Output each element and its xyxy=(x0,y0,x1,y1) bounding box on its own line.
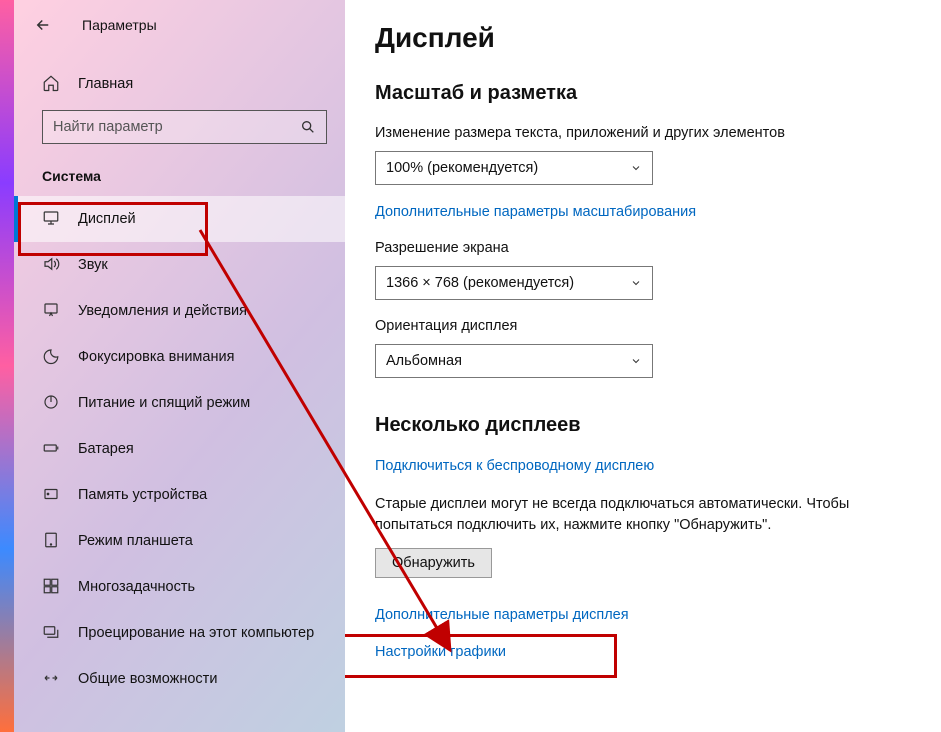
titlebar: Параметры xyxy=(14,0,345,46)
sidebar-item-notify[interactable]: Уведомления и действия xyxy=(14,288,345,334)
storage-icon xyxy=(42,485,62,505)
orientation-value: Альбомная xyxy=(386,353,462,369)
page-title: Дисплей xyxy=(375,22,911,54)
home-label: Главная xyxy=(78,76,133,92)
app-title: Параметры xyxy=(82,17,157,33)
graphics-settings-link[interactable]: Настройки графики xyxy=(375,644,506,660)
sidebar-item-label: Общие возможности xyxy=(78,671,217,687)
resolution-select[interactable]: 1366 × 768 (рекомендуется) xyxy=(375,266,653,300)
sidebar-item-label: Память устройства xyxy=(78,487,207,503)
section-scale-title: Масштаб и разметка xyxy=(375,82,911,105)
search-input[interactable] xyxy=(42,110,327,144)
sidebar-item-multi[interactable]: Многозадачность xyxy=(14,564,345,610)
wireless-display-link[interactable]: Подключиться к беспроводному дисплею xyxy=(375,458,654,474)
sidebar-item-focus[interactable]: Фокусировка внимания xyxy=(14,334,345,380)
tablet-icon xyxy=(42,531,62,551)
chevron-down-icon xyxy=(630,162,642,174)
scale-select[interactable]: 100% (рекомендуется) xyxy=(375,151,653,185)
sidebar-item-label: Многозадачность xyxy=(78,579,195,595)
sound-icon xyxy=(42,255,62,275)
sidebar-item-tablet[interactable]: Режим планшета xyxy=(14,518,345,564)
decorative-strip xyxy=(0,0,14,732)
group-header: Система xyxy=(14,168,345,196)
sidebar-item-label: Уведомления и действия xyxy=(78,303,247,319)
sidebar-item-display[interactable]: Дисплей xyxy=(14,196,345,242)
multi-icon xyxy=(42,577,62,597)
shared-icon xyxy=(42,669,62,689)
sidebar-item-label: Проецирование на этот компьютер xyxy=(78,625,314,641)
sidebar: Параметры Главная Система Дисплей Звук Уве… xyxy=(14,0,345,732)
sidebar-item-shared[interactable]: Общие возможности xyxy=(14,656,345,702)
power-icon xyxy=(42,393,62,413)
resolution-value: 1366 × 768 (рекомендуется) xyxy=(386,275,574,291)
orientation-label: Ориентация дисплея xyxy=(375,318,911,334)
search-field[interactable] xyxy=(53,119,283,135)
advanced-scaling-link[interactable]: Дополнительные параметры масштабирования xyxy=(375,204,696,220)
sidebar-item-label: Питание и спящий режим xyxy=(78,395,250,411)
sidebar-item-sound[interactable]: Звук xyxy=(14,242,345,288)
chevron-down-icon xyxy=(630,355,642,367)
sidebar-item-power[interactable]: Питание и спящий режим xyxy=(14,380,345,426)
detect-description: Старые дисплеи могут не всегда подключат… xyxy=(375,494,855,536)
home-icon xyxy=(42,74,62,94)
chevron-down-icon xyxy=(630,277,642,289)
sidebar-item-project[interactable]: Проецирование на этот компьютер xyxy=(14,610,345,656)
sidebar-item-storage[interactable]: Память устройства xyxy=(14,472,345,518)
sidebar-item-label: Звук xyxy=(78,257,108,273)
main-content: Дисплей Масштаб и разметка Изменение раз… xyxy=(345,0,941,732)
scale-label: Изменение размера текста, приложений и д… xyxy=(375,125,911,141)
notify-icon xyxy=(42,301,62,321)
sidebar-item-battery[interactable]: Батарея xyxy=(14,426,345,472)
search-icon xyxy=(300,119,316,135)
sidebar-item-label: Режим планшета xyxy=(78,533,193,549)
scale-value: 100% (рекомендуется) xyxy=(386,160,538,176)
sidebar-item-label: Фокусировка внимания xyxy=(78,349,234,365)
advanced-display-link[interactable]: Дополнительные параметры дисплея xyxy=(375,607,629,623)
resolution-label: Разрешение экрана xyxy=(375,240,911,256)
project-icon xyxy=(42,623,62,643)
orientation-select[interactable]: Альбомная xyxy=(375,344,653,378)
home-nav[interactable]: Главная xyxy=(14,64,345,110)
display-icon xyxy=(42,209,62,229)
focus-icon xyxy=(42,347,62,367)
sidebar-item-label: Батарея xyxy=(78,441,134,457)
back-button[interactable] xyxy=(32,14,54,36)
sidebar-item-label: Дисплей xyxy=(78,211,136,227)
battery-icon xyxy=(42,439,62,459)
section-multiple-title: Несколько дисплеев xyxy=(375,414,911,437)
detect-button[interactable]: Обнаружить xyxy=(375,548,492,578)
